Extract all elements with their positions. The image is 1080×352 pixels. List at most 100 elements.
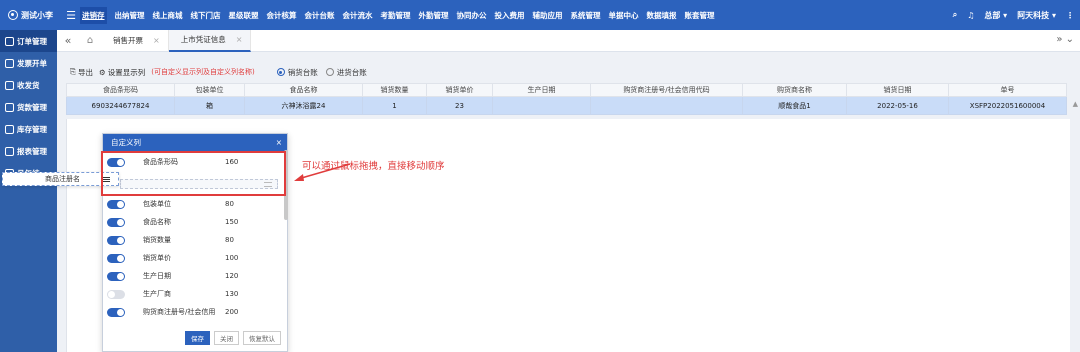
column-name: 销货数量 xyxy=(143,236,171,244)
company-switch[interactable]: 总部 ▾ xyxy=(984,10,1007,21)
radio-purchase-ledger[interactable]: 进货台账 xyxy=(325,67,367,78)
column-header[interactable]: 销货单价 xyxy=(426,83,493,97)
column-header[interactable]: 生产日期 xyxy=(492,83,591,97)
column-toggle[interactable] xyxy=(107,271,125,281)
nav-item[interactable]: 会计核算 xyxy=(267,10,297,21)
column-setting-row[interactable]: 购货商注册号/社会信用 200 xyxy=(107,303,279,321)
close-icon[interactable]: × xyxy=(153,36,160,45)
account-menu[interactable]: 阿天科技 ▾ xyxy=(1017,10,1056,21)
sidebar-item[interactable]: 订单管理 xyxy=(0,30,57,52)
tabs: 销售开票 × 上市凭证信息 × xyxy=(101,29,252,52)
column-setting-row[interactable]: 销货单价 100 xyxy=(107,249,279,267)
chevron-left-icon[interactable]: « xyxy=(57,34,79,47)
column-name: 生产厂商 xyxy=(143,290,171,298)
nav-item[interactable]: 单据中心 xyxy=(609,10,639,21)
sidebar-item[interactable]: 货款管理 xyxy=(0,96,57,118)
sidebar-item-label: 发票开单 xyxy=(17,58,47,68)
radio-label: 销货台账 xyxy=(287,67,318,77)
column-header[interactable]: 包装单位 xyxy=(174,83,245,97)
nav-item[interactable]: 线上商城 xyxy=(153,10,183,21)
nav-item[interactable]: 外勤管理 xyxy=(419,10,449,21)
nav-item[interactable]: 协同办公 xyxy=(457,10,487,21)
search-icon[interactable]: ⌕ xyxy=(953,10,957,20)
column-toggle[interactable] xyxy=(107,217,125,227)
column-header[interactable]: 购货商名称 xyxy=(742,83,847,97)
column-toggle[interactable] xyxy=(107,199,125,209)
table-cell: 23 xyxy=(426,96,493,115)
nav-item[interactable]: 系统管理 xyxy=(571,10,601,21)
panel-footer: 保存 关闭 恢复默认 xyxy=(181,331,281,345)
nav-item[interactable]: 会计流水 xyxy=(343,10,373,21)
home-icon[interactable]: ⌂ xyxy=(79,35,101,46)
radio-unchecked-icon xyxy=(325,68,334,76)
sidebar-item-label: 收发货 xyxy=(17,80,40,90)
column-toggle[interactable] xyxy=(107,307,125,317)
nav-item[interactable]: 投入费用 xyxy=(495,10,525,21)
more-icon[interactable]: ⋮ xyxy=(1066,11,1074,20)
column-setting-row[interactable]: 包装单位 80 xyxy=(107,195,279,213)
column-width[interactable]: 150 xyxy=(225,218,238,226)
column-setting-row[interactable]: 销货数量 80 xyxy=(107,231,279,249)
column-setting-row[interactable]: 生产厂商 130 xyxy=(107,285,279,303)
nav-item[interactable]: 考勤管理 xyxy=(381,10,411,21)
save-button[interactable]: 保存 xyxy=(185,331,210,345)
table-row[interactable]: 6903244677824 箱六神沐浴露24 1 23 顺哉食品1 2022-05-16 X… xyxy=(66,96,1067,115)
sidebar-item-label: 报表管理 xyxy=(17,146,47,156)
nav-item[interactable]: 线下门店 xyxy=(191,10,221,21)
brand[interactable]: 测试小李 xyxy=(0,10,62,21)
column-width[interactable]: 200 xyxy=(225,308,238,316)
column-width[interactable]: 130 xyxy=(225,290,238,298)
nav-item[interactable]: 星级联盟 xyxy=(229,10,259,21)
main-nav: 进销存 出纳管理 线上商城 线下门店 星级联盟 会计核算 会计台账 会计流水 考勤管理 外勤管理协… xyxy=(80,0,723,30)
nav-item[interactable]: 辅助应用 xyxy=(533,10,563,21)
settings-button[interactable]: ⚙ 设置显示列 xyxy=(99,67,145,78)
chevron-right-icon[interactable]: » ⌄ xyxy=(1056,34,1074,45)
export-button[interactable]: ⎘ 导出 xyxy=(70,67,93,78)
reset-button[interactable]: 恢复默认 xyxy=(243,331,281,345)
column-header[interactable]: 销货数量 xyxy=(362,83,427,97)
table-cell: XSFP2022051600004 xyxy=(948,96,1067,115)
tab[interactable]: 销售开票 × xyxy=(101,29,169,52)
column-header[interactable]: 单号 xyxy=(948,83,1067,97)
column-setting-row[interactable]: 生产日期 120 xyxy=(107,267,279,285)
column-toggle[interactable] xyxy=(107,235,125,245)
nav-item[interactable]: 出纳管理 xyxy=(115,10,145,21)
radio-sales-ledger[interactable]: 销货台账 xyxy=(276,67,318,78)
column-toggle[interactable] xyxy=(107,289,125,299)
sidebar-item[interactable]: 收发货 xyxy=(0,74,57,96)
bell-icon[interactable]: ♫ xyxy=(967,11,974,20)
close-button[interactable]: 关闭 xyxy=(214,331,239,345)
table-cell: 六神沐浴露24 xyxy=(244,96,363,115)
sidebar-item[interactable]: 报表管理 xyxy=(0,140,57,162)
nav-item[interactable]: 账套管理 xyxy=(685,10,715,21)
column-setting-row[interactable]: 食品名称 150 xyxy=(107,213,279,231)
nav-item[interactable]: 进销存 xyxy=(80,6,107,24)
column-header[interactable]: 食品名称 xyxy=(244,83,363,97)
table-cell: 顺哉食品1 xyxy=(742,96,847,115)
tab-label: 销售开票 xyxy=(113,36,143,45)
column-width[interactable]: 120 xyxy=(225,272,238,280)
column-name: 生产日期 xyxy=(143,272,171,280)
column-toggle[interactable] xyxy=(107,253,125,263)
drag-annotation: 可以通过鼠标拖拽，直接移动顺序 xyxy=(302,161,445,172)
nav-item[interactable]: 会计台账 xyxy=(305,10,335,21)
column-width[interactable]: 100 xyxy=(225,254,238,262)
column-header[interactable]: 销货日期 xyxy=(846,83,949,97)
column-name: 销货单价 xyxy=(143,254,171,262)
settings-hint: (可自定义显示列及自定义列名称) xyxy=(151,68,255,76)
table-cell: 箱 xyxy=(174,96,245,115)
sidebar-item[interactable]: 库存管理 xyxy=(0,118,57,140)
tab[interactable]: 上市凭证信息 × xyxy=(168,29,252,52)
nav-item[interactable]: 数据填报 xyxy=(647,10,677,21)
column-width[interactable]: 80 xyxy=(225,200,234,208)
close-icon[interactable]: × xyxy=(276,138,282,147)
grid-scroll-up-icon[interactable]: ▲ xyxy=(1073,100,1078,108)
sidebar-item[interactable]: 发票开单 xyxy=(0,52,57,74)
column-header[interactable]: 购货商注册号/社会信用代码 xyxy=(590,83,743,97)
column-header[interactable]: 食品条形码 xyxy=(66,83,175,97)
data-grid: 食品条形码 包装单位 食品名称 销货数量 销货单价 生产日期 购货商注册号/社会信用代码 购货… xyxy=(66,83,1070,115)
hamburger-menu-icon[interactable]: ☰ xyxy=(62,9,80,22)
menu-item-icon xyxy=(5,80,14,90)
column-width[interactable]: 80 xyxy=(225,236,234,244)
close-icon[interactable]: × xyxy=(236,35,243,44)
